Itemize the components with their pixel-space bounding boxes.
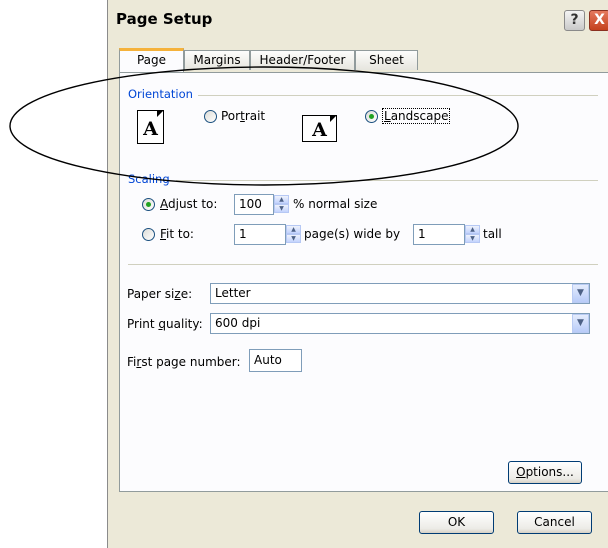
first-page-number-label: First page number: xyxy=(127,355,241,369)
fit-to-radio[interactable] xyxy=(142,228,155,241)
landscape-label[interactable]: Landscape xyxy=(382,108,451,124)
paper-size-label: Paper size: xyxy=(127,287,193,301)
spin-up-icon[interactable]: ▲ xyxy=(274,195,289,204)
page-tab-panel: Orientation A Portrait A Landscape Scali… xyxy=(119,72,608,492)
chevron-down-icon[interactable]: ▼ xyxy=(572,314,589,333)
scaling-divider xyxy=(176,180,598,181)
adjust-to-radio[interactable] xyxy=(142,198,155,211)
chevron-down-icon[interactable]: ▼ xyxy=(572,284,589,303)
adjust-to-spinner[interactable]: ▲ ▼ xyxy=(274,195,289,214)
spin-up-icon[interactable]: ▲ xyxy=(465,225,480,234)
print-quality-label: Print quality: xyxy=(127,317,203,331)
print-quality-select[interactable]: 600 dpi xyxy=(210,313,590,334)
paper-size-select[interactable]: Letter xyxy=(210,283,590,304)
portrait-radio[interactable] xyxy=(204,110,217,123)
ok-button[interactable]: OK xyxy=(419,511,494,534)
landscape-radio[interactable] xyxy=(365,110,378,123)
tab-page[interactable]: Page xyxy=(119,48,184,72)
tab-header-footer[interactable]: Header/Footer xyxy=(250,50,355,70)
page-setup-dialog: Page Setup ? X Page Margins Header/Foote… xyxy=(107,0,608,548)
orientation-group-label: Orientation xyxy=(128,87,193,101)
fit-wide-suffix: page(s) wide by xyxy=(304,227,401,241)
dialog-title: Page Setup xyxy=(116,10,213,28)
adjust-to-label[interactable]: Adjust to: xyxy=(160,197,217,211)
spin-up-icon[interactable]: ▲ xyxy=(286,225,301,234)
tab-sheet[interactable]: Sheet xyxy=(355,50,418,70)
landscape-page-icon: A xyxy=(302,115,337,142)
adjust-to-suffix: % normal size xyxy=(293,197,378,211)
adjust-to-input[interactable]: 100 xyxy=(234,194,274,215)
cancel-button[interactable]: Cancel xyxy=(517,511,592,534)
fit-to-label[interactable]: Fit to: xyxy=(160,227,194,241)
orientation-divider xyxy=(198,95,598,96)
help-button[interactable]: ? xyxy=(564,10,585,31)
fit-wide-input[interactable]: 1 xyxy=(234,224,286,245)
first-page-number-input[interactable]: Auto xyxy=(249,349,302,372)
close-button[interactable]: X xyxy=(589,10,608,31)
fit-tall-input[interactable]: 1 xyxy=(413,224,465,245)
spin-down-icon[interactable]: ▼ xyxy=(286,234,301,243)
fit-tall-spinner[interactable]: ▲ ▼ xyxy=(465,225,480,244)
spin-down-icon[interactable]: ▼ xyxy=(465,234,480,243)
scaling-group-label: Scaling xyxy=(128,172,170,186)
section-divider xyxy=(128,264,598,265)
tab-margins[interactable]: Margins xyxy=(184,50,250,70)
title-bar[interactable]: Page Setup ? X xyxy=(108,0,608,40)
options-button[interactable]: Options... xyxy=(508,461,582,484)
spin-down-icon[interactable]: ▼ xyxy=(274,204,289,213)
portrait-page-icon: A xyxy=(137,110,164,144)
portrait-label[interactable]: Portrait xyxy=(221,109,265,123)
fit-tall-suffix: tall xyxy=(483,227,502,241)
fit-wide-spinner[interactable]: ▲ ▼ xyxy=(286,225,301,244)
